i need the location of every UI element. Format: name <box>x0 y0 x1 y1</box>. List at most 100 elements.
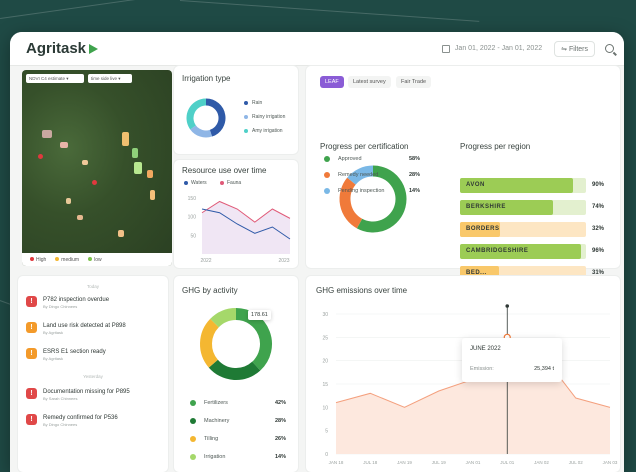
map-legend: High medium low <box>22 253 172 266</box>
ghg-legend-label: Machinery <box>204 418 230 424</box>
tab-latest-survey[interactable]: Latest survey <box>348 76 391 88</box>
date-range-picker[interactable]: Jan 01, 2022 - Jan 01, 2022 <box>441 44 542 53</box>
map-field <box>42 130 52 138</box>
emissions-x-tick: JAN 01 <box>466 460 481 465</box>
legend-dot-icon <box>244 115 248 119</box>
ghg-activity-slice <box>235 308 272 371</box>
emissions-y-tick: 10 <box>322 405 328 411</box>
map-field <box>118 230 124 237</box>
ghg-legend-pct: 26% <box>274 436 286 442</box>
notification-item[interactable]: ! ESRS E1 section ready By Agritask <box>26 348 106 361</box>
resource-chart: 150 100 50 2022 2023 <box>188 196 291 264</box>
filters-label: Filters <box>568 45 588 53</box>
region-bar[interactable]: BERKSHIRE <box>460 200 586 215</box>
ghg-callout: 178.61 <box>248 310 271 320</box>
irrigation-title: Irrigation type <box>182 74 231 83</box>
emissions-x-tick: JAN 19 <box>397 460 412 465</box>
emissions-x-tick: JAN 02 <box>534 460 549 465</box>
resource-y-tick: 150 <box>188 196 197 202</box>
ghg-legend-pct: 28% <box>274 418 286 424</box>
legend-dot-icon <box>30 257 34 262</box>
map-field <box>150 190 155 200</box>
ghg-legend-pct: 14% <box>274 454 286 460</box>
emissions-x-tick: JUL 19 <box>432 460 447 465</box>
ghg-legend-label: Irrigation <box>204 454 226 460</box>
warning-icon: ! <box>26 388 37 399</box>
notification-item[interactable]: ! P782 inspection overdue By Dingo Chinnee… <box>26 296 109 309</box>
legend-dot-icon <box>324 172 330 178</box>
region-bar[interactable]: BORDERS <box>460 222 586 237</box>
background-line <box>179 0 480 22</box>
irrigation-donut <box>186 98 226 138</box>
map-field <box>122 132 129 146</box>
notification-author: By Dingo Chinnees <box>43 304 78 309</box>
tab-fair-trade[interactable]: Fair Trade <box>396 76 432 88</box>
irrigation-legend-label: Amy irrigation <box>252 128 283 134</box>
notification-title: Documentation missing for P895 <box>43 389 130 395</box>
logo-text: Agritask <box>26 40 87 57</box>
certification-card: LEAF Latest survey Fair Trade Progress per… <box>306 66 620 281</box>
search-icon[interactable] <box>605 44 614 53</box>
map-marker[interactable] <box>38 154 43 159</box>
region-pct: 90% <box>592 182 605 188</box>
notification-item[interactable]: ! Remedy confirmed for P536 By Dingo Chinn… <box>26 414 118 427</box>
map-field <box>60 142 68 148</box>
file-icon: ! <box>26 348 37 359</box>
region-name: CAMBRIDGESHIRE <box>466 248 529 254</box>
layer-select[interactable]: NDVI C4 estimate ▾ <box>26 74 84 83</box>
top-bar: Agritask Jan 01, 2022 - Jan 01, 2022 ⇋ F… <box>10 32 624 66</box>
time-select[interactable]: time side live ▾ <box>88 74 132 83</box>
region-bar[interactable]: AVON <box>460 178 586 193</box>
background-line <box>0 0 218 19</box>
tab-leaf[interactable]: LEAF <box>320 76 344 88</box>
certification-slice <box>356 165 407 233</box>
notification-item[interactable]: ! Documentation missing for P895 By Sarah … <box>26 388 130 401</box>
emissions-y-tick: 0 <box>325 452 328 458</box>
progress-certification-title: Progress per certification <box>320 142 409 151</box>
legend-dot-icon <box>324 188 330 194</box>
ghg-activity-slice <box>208 359 261 380</box>
certification-legend-pct: 14% <box>408 188 420 194</box>
tooltip-value: 25,394 t <box>534 366 554 372</box>
ghg-emissions-card: GHG emissions over time 30 25 20 15 10 5 0 JAN … <box>306 276 620 472</box>
region-bar[interactable]: CAMBRIDGESHIRE <box>460 244 586 259</box>
certification-legend-pct: 28% <box>408 172 420 178</box>
emissions-x-tick: JAN 18 <box>329 460 344 465</box>
certification-legend-label: Approved <box>338 156 362 162</box>
legend-dot-icon <box>190 436 196 442</box>
irrigation-legend-label: Rainy irrigation <box>252 114 286 120</box>
app-window: Agritask Jan 01, 2022 - Jan 01, 2022 ⇋ F… <box>10 32 624 472</box>
tooltip-label: Emission: <box>470 366 494 372</box>
map-field <box>77 215 83 220</box>
map-legend-label: High <box>36 256 47 263</box>
map-legend-item: medium <box>55 257 79 263</box>
tooltip-title: JUNE 2022 <box>470 346 501 352</box>
region-name: AVON <box>466 182 485 188</box>
map-marker[interactable] <box>92 180 97 185</box>
ghg-legend-item: Tilling 26% <box>190 436 286 442</box>
emissions-y-tick: 25 <box>322 335 328 341</box>
ghg-legend-item: Fertilizers 42% <box>190 400 286 406</box>
ghg-activity-title: GHG by activity <box>182 286 238 295</box>
certification-legend-item: Pending inspection 14% <box>324 188 420 194</box>
irrigation-legend-item: Rainy irrigation <box>244 114 285 120</box>
irrigation-legend-label: Rain <box>252 100 263 106</box>
region-pct: 74% <box>592 204 605 210</box>
calendar-icon <box>441 44 450 53</box>
satellite-map[interactable]: NDVI C4 estimate ▾ time side live ▾ High… <box>22 70 172 266</box>
today-label: Today <box>86 284 99 289</box>
emissions-y-tick: 30 <box>322 312 328 318</box>
ghg-legend-item: Irrigation 14% <box>190 454 286 460</box>
notification-title: P782 inspection overdue <box>43 297 110 303</box>
legend-dot-icon <box>88 257 93 262</box>
notification-text: ESRS E1 section ready By Agritask <box>43 348 106 361</box>
notification-item[interactable]: ! Land use risk detected at P898 By Agrita… <box>26 322 126 335</box>
layer-select-value: NDVI C4 estimate <box>29 76 66 81</box>
filters-button[interactable]: ⇋ Filters <box>554 40 595 57</box>
region-pct: 32% <box>592 226 605 232</box>
ghg-legend-pct: 42% <box>274 400 286 406</box>
ghg-activity-slice <box>210 308 237 328</box>
logo-arrow-icon <box>89 43 99 54</box>
map-legend-item: low <box>88 257 102 263</box>
emissions-hover-top <box>505 304 510 308</box>
